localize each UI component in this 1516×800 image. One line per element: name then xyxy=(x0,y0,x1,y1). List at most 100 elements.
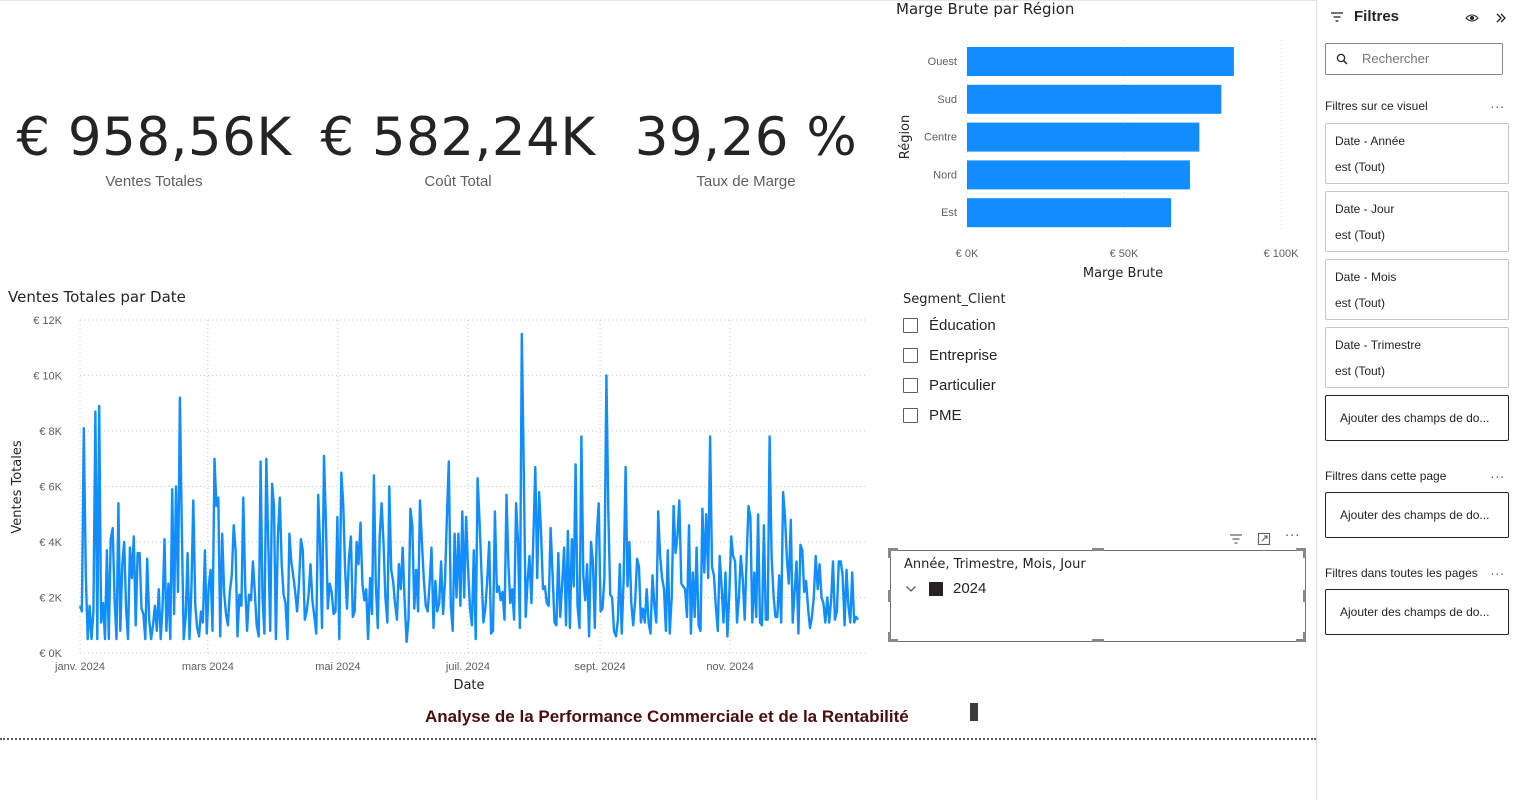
slicer-option-label: Entreprise xyxy=(929,346,998,364)
bar-chart[interactable]: Région Marge Brute € 0K € 50K € 100K Oue… xyxy=(890,22,1310,284)
filter-card-name: Date - Trimestre xyxy=(1335,338,1422,352)
focus-mode-icon[interactable] xyxy=(1257,532,1271,546)
line-y-tick: € 12K xyxy=(33,315,62,327)
add-fields-label: Ajouter des champs de do... xyxy=(1340,605,1490,619)
bar-category-label: Ouest xyxy=(928,56,957,68)
resize-handle[interactable] xyxy=(1303,590,1306,602)
eye-icon[interactable] xyxy=(1465,12,1479,24)
section-more-button[interactable]: ... xyxy=(1491,97,1505,111)
collapse-pane-icon[interactable] xyxy=(1495,12,1507,24)
filter-card-trimestre[interactable]: Date - Trimestre est (Tout) xyxy=(1325,327,1509,388)
bar xyxy=(967,84,1222,114)
bar-category-label: Centre xyxy=(924,132,957,144)
bar-category-label: Nord xyxy=(933,169,957,181)
line-chart-title: Ventes Totales par Date xyxy=(8,288,186,306)
checkbox[interactable] xyxy=(903,317,918,333)
bar-x-tick: € 0K xyxy=(956,248,979,260)
slicer-option-particulier[interactable]: Particulier xyxy=(903,374,996,396)
filter-card-name: Date - Jour xyxy=(1335,202,1395,216)
bar-y-axis-title: Région xyxy=(898,115,913,160)
filters-pane-title: Filtres xyxy=(1354,8,1400,25)
kpi-label: Ventes Totales xyxy=(105,173,203,190)
filters-search[interactable] xyxy=(1325,43,1503,75)
kpi-value: 39,26 % xyxy=(634,107,858,168)
checkbox[interactable] xyxy=(903,377,918,393)
line-x-tick: mars 2024 xyxy=(182,661,234,673)
add-fields-page[interactable]: Ajouter des champs de do... xyxy=(1325,492,1509,538)
line-y-tick: € 6K xyxy=(39,482,62,494)
line-chart[interactable]: Ventes Totales Date € 0K € 2K € 4K € 6K € 8K… xyxy=(0,305,880,700)
section-label-page: Filtres dans cette page xyxy=(1325,469,1447,483)
resize-handle[interactable] xyxy=(1092,639,1104,642)
add-fields-all-pages[interactable]: Ajouter des champs de do... xyxy=(1325,589,1509,635)
bar-x-tick: € 50K xyxy=(1110,248,1139,260)
line-x-axis-title: Date xyxy=(453,678,484,693)
kpi-card-marge[interactable]: 39,26 % Taux de Marge xyxy=(601,105,891,190)
add-fields-visual[interactable]: Ajouter des champs de do... xyxy=(1325,395,1509,441)
filter-icon[interactable] xyxy=(1229,532,1243,546)
section-label-visual: Filtres sur ce visuel xyxy=(1325,99,1428,113)
resize-handle[interactable] xyxy=(1303,548,1306,558)
filter-card-mois[interactable]: Date - Mois est (Tout) xyxy=(1325,259,1509,320)
kpi-value: € 958,56K xyxy=(16,107,292,168)
filter-card-annee[interactable]: Date - Année est (Tout) xyxy=(1325,123,1509,184)
slicer-option-pme[interactable]: PME xyxy=(903,404,962,426)
filter-icon xyxy=(1331,12,1343,22)
text-cursor xyxy=(970,703,978,721)
resize-handle[interactable] xyxy=(1092,548,1104,551)
canvas-top-border xyxy=(0,0,1316,1)
filters-pane: Filtres Filtres sur ce visuel ... Date -… xyxy=(1316,0,1516,800)
filter-card-state: est (Tout) xyxy=(1335,160,1386,174)
line-y-tick: € 4K xyxy=(39,537,62,549)
filter-card-state: est (Tout) xyxy=(1335,228,1386,242)
search-input[interactable] xyxy=(1360,50,1494,67)
chevron-down-icon[interactable] xyxy=(905,584,917,594)
bar-x-axis-title: Marge Brute xyxy=(1083,266,1163,281)
slicer-option-label: PME xyxy=(929,406,962,424)
resize-handle[interactable] xyxy=(888,548,891,558)
filter-card-name: Date - Mois xyxy=(1335,270,1397,284)
kpi-label: Coût Total xyxy=(424,173,492,190)
segment-slicer-title: Segment_Client xyxy=(903,292,1006,307)
slicer-option-education[interactable]: Éducation xyxy=(903,314,996,336)
bar-x-tick: € 100K xyxy=(1264,248,1300,260)
add-fields-label: Ajouter des champs de do... xyxy=(1340,508,1490,522)
resize-handle[interactable] xyxy=(888,632,891,642)
bar xyxy=(967,122,1200,152)
filter-card-jour[interactable]: Date - Jour est (Tout) xyxy=(1325,191,1509,252)
bar-chart-title: Marge Brute par Région xyxy=(896,0,1075,18)
line-y-tick: € 8K xyxy=(39,426,62,438)
resize-handle[interactable] xyxy=(888,590,891,602)
kpi-label: Taux de Marge xyxy=(696,173,796,190)
line-x-tick: janv. 2024 xyxy=(54,661,105,673)
line-y-tick: € 0K xyxy=(39,648,62,660)
filter-card-state: est (Tout) xyxy=(1335,364,1386,378)
date-hierarchy-slicer[interactable]: Année, Trimestre, Mois, Jour 2024 xyxy=(890,550,1306,642)
bar-category-label: Est xyxy=(941,207,957,219)
add-fields-label: Ajouter des champs de do... xyxy=(1340,411,1490,425)
line-x-tick: nov. 2024 xyxy=(706,661,754,673)
hierarchy-item-label: 2024 xyxy=(953,580,987,597)
more-options-icon[interactable]: ··· xyxy=(1285,529,1300,544)
line-x-tick: juil. 2024 xyxy=(445,661,490,673)
search-icon xyxy=(1336,53,1348,65)
bar xyxy=(967,160,1190,190)
kpi-card-cout[interactable]: € 582,24K Coût Total xyxy=(313,105,603,190)
line-x-tick: mai 2024 xyxy=(315,661,360,673)
checkbox[interactable] xyxy=(903,347,918,363)
line-y-axis-title: Ventes Totales xyxy=(10,440,25,533)
line-x-tick: sept. 2024 xyxy=(574,661,625,673)
resize-handle[interactable] xyxy=(1303,632,1306,642)
section-more-button[interactable]: ... xyxy=(1491,467,1505,481)
line-y-tick: € 2K xyxy=(39,593,62,605)
checkbox-checked[interactable] xyxy=(929,582,943,596)
slicer-option-label: Particulier xyxy=(929,376,996,394)
kpi-value: € 582,24K xyxy=(320,107,596,168)
filter-card-name: Date - Année xyxy=(1335,134,1406,148)
hierarchy-slicer-title: Année, Trimestre, Mois, Jour xyxy=(904,557,1086,572)
section-more-button[interactable]: ... xyxy=(1491,564,1505,578)
section-label-all-pages: Filtres dans toutes les pages xyxy=(1325,566,1478,580)
slicer-option-entreprise[interactable]: Entreprise xyxy=(903,344,997,366)
checkbox[interactable] xyxy=(903,407,918,423)
kpi-card-ventes[interactable]: € 958,56K Ventes Totales xyxy=(9,105,299,190)
